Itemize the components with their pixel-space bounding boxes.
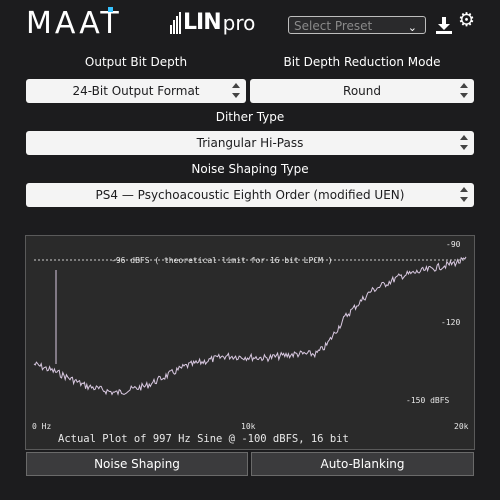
- bit-depth-reduction-mode-select[interactable]: Round: [250, 79, 474, 103]
- output-bit-depth-select[interactable]: 24-Bit Output Format: [26, 79, 246, 103]
- logo-accent-dot: [108, 7, 113, 12]
- noise-shaping-button[interactable]: Noise Shaping: [26, 452, 248, 476]
- dither-type-value: Triangular Hi-Pass: [196, 136, 304, 150]
- reduction-mode-value: Round: [343, 84, 381, 98]
- linpro-logo: LIN pro: [170, 10, 255, 35]
- y-label-minus90: -90: [446, 240, 461, 249]
- y-label-minus120: -120: [441, 318, 460, 327]
- bit-depth-reduction-mode-label: Bit Depth Reduction Mode: [283, 55, 441, 69]
- dither-type-select[interactable]: Triangular Hi-Pass: [26, 131, 474, 155]
- linpro-logo-bars: [170, 11, 181, 34]
- noise-shaping-type-label: Noise Shaping Type: [191, 162, 309, 176]
- dither-type-label: Dither Type: [215, 110, 285, 124]
- noise-floor-trace: [33, 256, 467, 396]
- noise-spectrum-graph: -96 dBFS ( theoretical limit for 16 bit …: [25, 235, 475, 450]
- output-bit-depth-label: Output Bit Depth: [84, 55, 188, 69]
- x-label-0hz: 0 Hz: [32, 422, 51, 431]
- updown-arrows-icon: [460, 187, 468, 203]
- x-label-10k: 10k: [241, 422, 256, 431]
- auto-blanking-button[interactable]: Auto-Blanking: [251, 452, 474, 476]
- chevron-down-icon: ⌄: [407, 21, 417, 34]
- updown-arrows-icon: [460, 135, 468, 151]
- preset-placeholder: Select Preset: [294, 19, 373, 33]
- updown-arrows-icon: [232, 83, 240, 99]
- gear-icon[interactable]: ⚙: [458, 9, 475, 31]
- noise-spectrum-svg: -96 dBFS ( theoretical limit for 16 bit …: [32, 240, 469, 445]
- updown-arrows-icon: [460, 83, 468, 99]
- y-label-minus150: -150 dBFS: [406, 396, 450, 405]
- download-icon[interactable]: [435, 15, 453, 35]
- preset-select[interactable]: Select Preset ⌄: [288, 16, 426, 34]
- linpro-logo-pro: pro: [222, 10, 256, 35]
- x-label-20k: 20k: [454, 422, 469, 431]
- graph-caption: Actual Plot of 997 Hz Sine @ -100 dBFS, …: [58, 433, 349, 445]
- output-bit-depth-value: 24-Bit Output Format: [72, 84, 200, 98]
- theoretical-limit-annotation: -96 dBFS ( theoretical limit for 16 bit …: [111, 256, 333, 265]
- linpro-logo-lin: LIN: [183, 10, 222, 35]
- noise-shaping-type-select[interactable]: PS4 — Psychoacoustic Eighth Order (modif…: [26, 183, 474, 207]
- noise-shaping-type-value: PS4 — Psychoacoustic Eighth Order (modif…: [95, 188, 405, 202]
